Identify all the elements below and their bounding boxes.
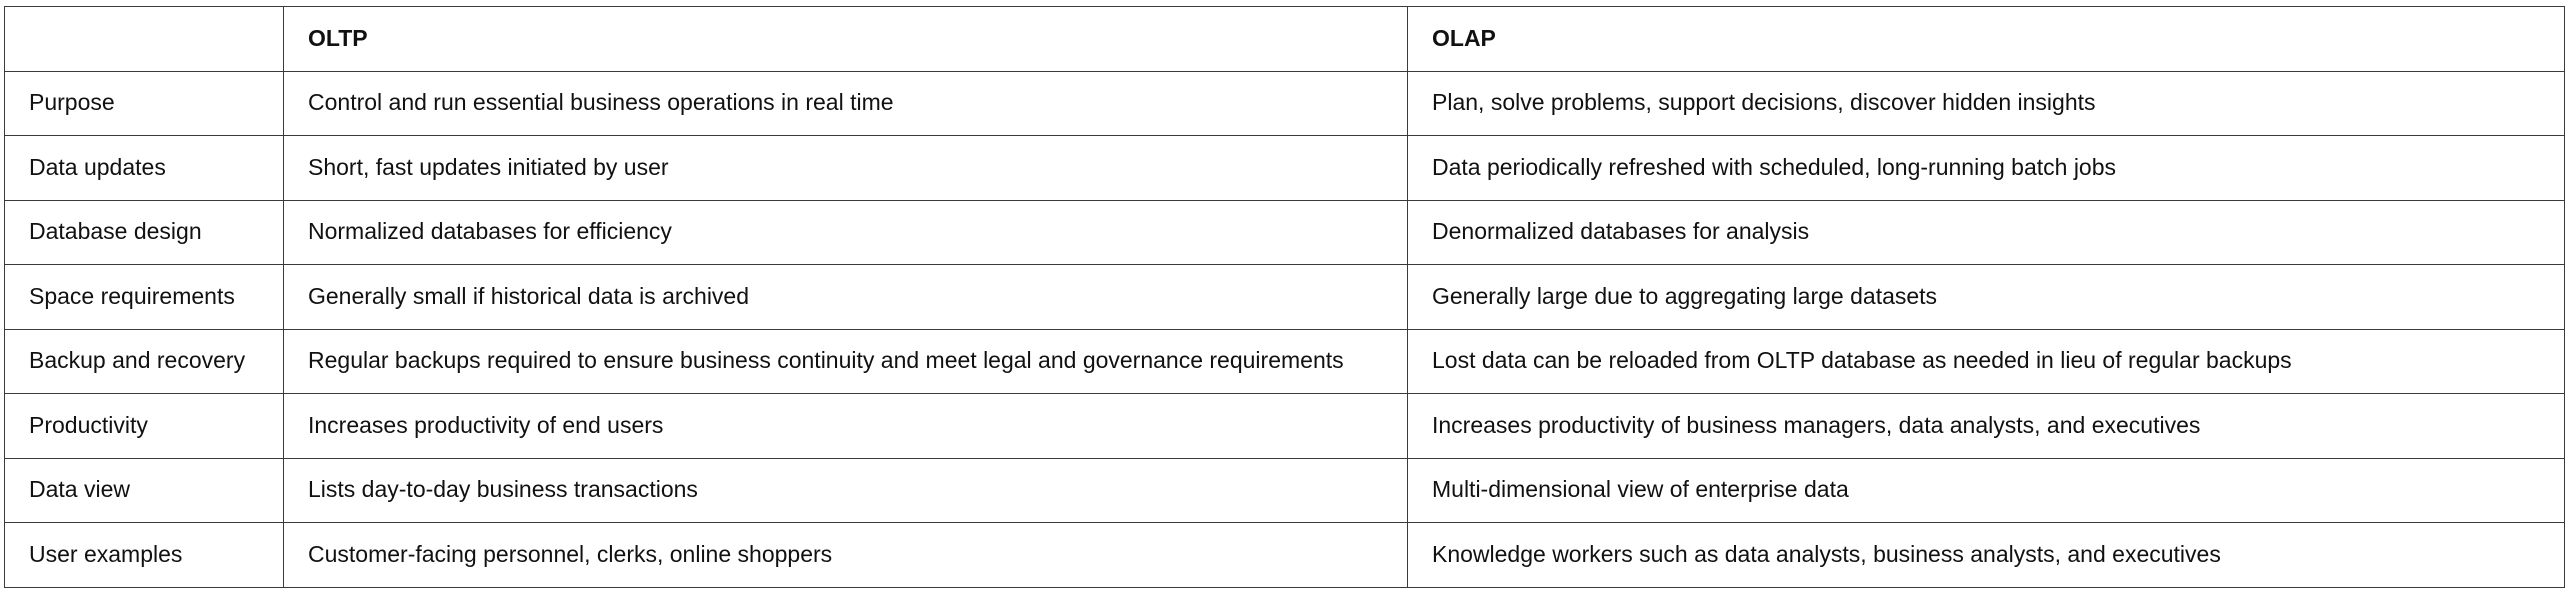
olap-cell: Denormalized databases for analysis bbox=[1407, 199, 2565, 265]
row-label: Data view bbox=[4, 457, 284, 523]
row-label: User examples bbox=[4, 522, 284, 588]
table-header: OLTP OLAP bbox=[4, 6, 2565, 72]
oltp-cell: Normalized databases for efficiency bbox=[283, 199, 1408, 265]
header-cell-empty bbox=[4, 6, 284, 72]
row-label: Space requirements bbox=[4, 264, 284, 330]
table-row: Backup and recovery Regular backups requ… bbox=[4, 328, 2565, 394]
oltp-cell: Generally small if historical data is ar… bbox=[283, 264, 1408, 330]
oltp-cell: Increases productivity of end users bbox=[283, 393, 1408, 459]
olap-cell: Generally large due to aggregating large… bbox=[1407, 264, 2565, 330]
row-label: Backup and recovery bbox=[4, 328, 284, 394]
row-label: Database design bbox=[4, 199, 284, 265]
oltp-cell: Lists day-to-day business transactions bbox=[283, 457, 1408, 523]
table-container: OLTP OLAP Purpose Control and run essent… bbox=[0, 0, 2566, 588]
table-row: Purpose Control and run essential busine… bbox=[4, 70, 2565, 136]
table-row: Productivity Increases productivity of e… bbox=[4, 393, 2565, 459]
row-label: Productivity bbox=[4, 393, 284, 459]
header-cell-oltp: OLTP bbox=[283, 6, 1408, 72]
table-row: User examples Customer-facing personnel,… bbox=[4, 522, 2565, 588]
table-body: Purpose Control and run essential busine… bbox=[4, 70, 2565, 588]
oltp-cell: Regular backups required to ensure busin… bbox=[283, 328, 1408, 394]
table-row: Space requirements Generally small if hi… bbox=[4, 264, 2565, 330]
row-label: Data updates bbox=[4, 135, 284, 201]
table-row: Data updates Short, fast updates initiat… bbox=[4, 135, 2565, 201]
olap-cell: Lost data can be reloaded from OLTP data… bbox=[1407, 328, 2565, 394]
row-label: Purpose bbox=[4, 70, 284, 136]
oltp-cell: Customer-facing personnel, clerks, onlin… bbox=[283, 522, 1408, 588]
table-row: Data view Lists day-to-day business tran… bbox=[4, 457, 2565, 523]
header-row: OLTP OLAP bbox=[4, 6, 2565, 72]
table-row: Database design Normalized databases for… bbox=[4, 199, 2565, 265]
olap-cell: Multi-dimensional view of enterprise dat… bbox=[1407, 457, 2565, 523]
olap-cell: Data periodically refreshed with schedul… bbox=[1407, 135, 2565, 201]
oltp-cell: Control and run essential business opera… bbox=[283, 70, 1408, 136]
olap-cell: Plan, solve problems, support decisions,… bbox=[1407, 70, 2565, 136]
oltp-olap-comparison-table: OLTP OLAP Purpose Control and run essent… bbox=[4, 6, 2565, 588]
olap-cell: Increases productivity of business manag… bbox=[1407, 393, 2565, 459]
header-cell-olap: OLAP bbox=[1407, 6, 2565, 72]
olap-cell: Knowledge workers such as data analysts,… bbox=[1407, 522, 2565, 588]
oltp-cell: Short, fast updates initiated by user bbox=[283, 135, 1408, 201]
